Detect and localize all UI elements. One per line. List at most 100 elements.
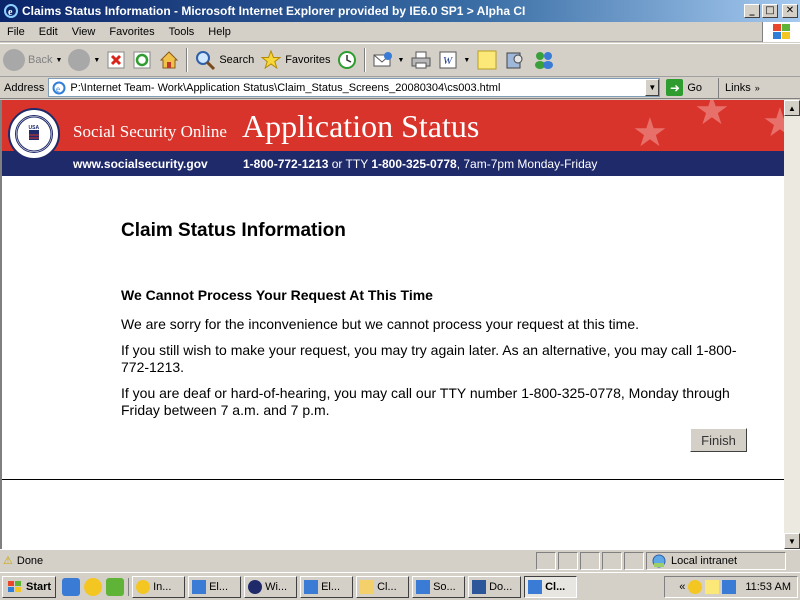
back-dropdown-icon[interactable]: ▼ (55, 57, 62, 64)
go-button[interactable]: ➜ Go (666, 79, 702, 96)
taskbar-button[interactable]: Cl... (356, 575, 410, 598)
message-paragraph-1: We are sorry for the inconvenience but w… (121, 316, 639, 332)
media-quicklaunch-icon[interactable] (106, 577, 125, 596)
site-link[interactable]: www.socialsecurity.gov (73, 157, 208, 171)
folder-icon (360, 579, 375, 594)
tty-prefix: or TTY (328, 156, 372, 171)
note-icon (477, 50, 497, 70)
favorites-label: Favorites (285, 54, 331, 66)
stop-icon (107, 51, 125, 69)
word-edit-icon: W (439, 51, 457, 69)
address-dropdown-icon[interactable]: ▼ (645, 79, 660, 96)
clock-quicklaunch-icon[interactable] (84, 577, 103, 596)
edit-button[interactable]: W ▼ (435, 45, 473, 75)
windows-flag-icon (8, 580, 21, 592)
message-paragraph-2: If you still wish to make your request, … (121, 342, 737, 375)
taskbar-button[interactable]: So... (412, 575, 466, 598)
minimize-button[interactable]: _ (744, 4, 760, 18)
seal-center-text: USA (29, 125, 40, 131)
discuss-button[interactable] (473, 45, 501, 75)
menu-help[interactable]: Help (201, 26, 238, 38)
mail-dropdown-icon[interactable]: ▼ (397, 57, 404, 64)
warning-icon: ⚠ (3, 554, 13, 567)
stop-button[interactable] (103, 45, 129, 75)
task-label: So... (433, 580, 456, 593)
print-button[interactable] (407, 45, 435, 75)
status-bar: ⚠ Done Local intranet (0, 549, 800, 571)
clock-app-icon (136, 579, 151, 594)
tray-network-icon[interactable] (722, 580, 737, 594)
clock[interactable]: 11:53 AM (745, 581, 791, 593)
refresh-button[interactable] (129, 45, 155, 75)
print-icon (411, 51, 431, 69)
forward-arrow-icon (68, 49, 91, 71)
finish-button[interactable]: Finish (690, 428, 747, 452)
task-label: Cl... (377, 580, 397, 593)
task-label: Wi... (265, 580, 288, 593)
taskbar-button[interactable]: El... (300, 575, 354, 598)
ssa-seal-logo[interactable]: USA (8, 108, 60, 160)
svg-text:e: e (8, 7, 13, 18)
start-button[interactable]: Start (2, 575, 57, 598)
tray-note-icon[interactable] (705, 580, 720, 594)
search-icon (196, 51, 216, 71)
taskbar-button[interactable]: Wi... (244, 575, 298, 598)
go-arrow-icon: ➜ (666, 79, 684, 96)
menu-favorites[interactable]: Favorites (102, 26, 161, 38)
links-chevron-icon: » (754, 82, 760, 93)
scroll-up-icon[interactable]: ▲ (784, 100, 800, 116)
forward-button[interactable]: ▼ (65, 45, 103, 75)
menu-view[interactable]: View (65, 26, 103, 38)
message-heading: We Cannot Process Your Request At This T… (121, 287, 433, 303)
home-button[interactable] (155, 45, 183, 75)
tray-expand-icon[interactable]: « (679, 581, 685, 593)
research-button[interactable] (501, 45, 529, 75)
task-label: In... (153, 580, 172, 593)
windows-logo-icon (762, 22, 800, 42)
banner-heading: Application Status (242, 108, 480, 144)
svg-text:e: e (56, 84, 60, 94)
task-label: Cl... (545, 580, 566, 593)
forward-dropdown-icon[interactable]: ▼ (93, 57, 100, 64)
links-button[interactable]: Links » (718, 77, 760, 98)
status-cell (602, 551, 622, 570)
taskbar-button[interactable]: El... (188, 575, 242, 598)
back-button[interactable]: Back ▼ (0, 45, 65, 75)
menu-edit[interactable]: Edit (32, 26, 65, 38)
footer-divider (2, 479, 784, 480)
home-icon (160, 51, 179, 69)
window-title: Claims Status Information - Microsoft In… (22, 4, 526, 18)
search-button[interactable]: Search (191, 45, 257, 75)
vertical-scrollbar[interactable]: ▲ ▼ (784, 100, 800, 549)
scroll-down-icon[interactable]: ▼ (784, 533, 800, 549)
favorites-button[interactable]: Favorites (257, 45, 333, 75)
zone-label: Local intranet (671, 554, 738, 567)
system-tray: « 11:53 AM (664, 576, 798, 598)
mail-button[interactable]: ▼ (369, 45, 407, 75)
star-decoration-icon: ★ (694, 100, 730, 134)
taskbar-button[interactable]: Do... (468, 575, 522, 598)
menu-tools[interactable]: Tools (162, 26, 202, 38)
status-text: Done (16, 554, 44, 567)
ie-quicklaunch-icon[interactable] (62, 577, 81, 596)
tray-clock-icon[interactable] (688, 580, 703, 594)
status-text-area: ⚠ Done (0, 554, 534, 567)
address-input[interactable]: e P:\Internet Team- Work\Application Sta… (48, 78, 661, 97)
edit-dropdown-icon[interactable]: ▼ (463, 57, 470, 64)
maximize-button[interactable]: □ (762, 4, 778, 18)
taskbar: Start In... El... Wi... El... Cl... So..… (0, 572, 800, 600)
history-button[interactable] (333, 45, 361, 75)
search-label: Search (219, 54, 255, 66)
page-icon: e (52, 81, 66, 94)
ie-window-icon (304, 579, 319, 594)
close-button[interactable]: ✕ (782, 4, 798, 18)
taskbar-button-active[interactable]: Cl... (524, 575, 578, 598)
brand-name[interactable]: Social Security Online (73, 122, 227, 142)
messenger-button[interactable] (529, 45, 559, 75)
word-doc-icon (472, 579, 487, 594)
title-bar[interactable]: e Claims Status Information - Microsoft … (0, 0, 800, 22)
security-zone[interactable]: Local intranet (646, 551, 786, 570)
menu-file[interactable]: File (0, 26, 32, 38)
seal-eagle-icon: USA (16, 116, 52, 152)
taskbar-button[interactable]: In... (132, 575, 186, 598)
